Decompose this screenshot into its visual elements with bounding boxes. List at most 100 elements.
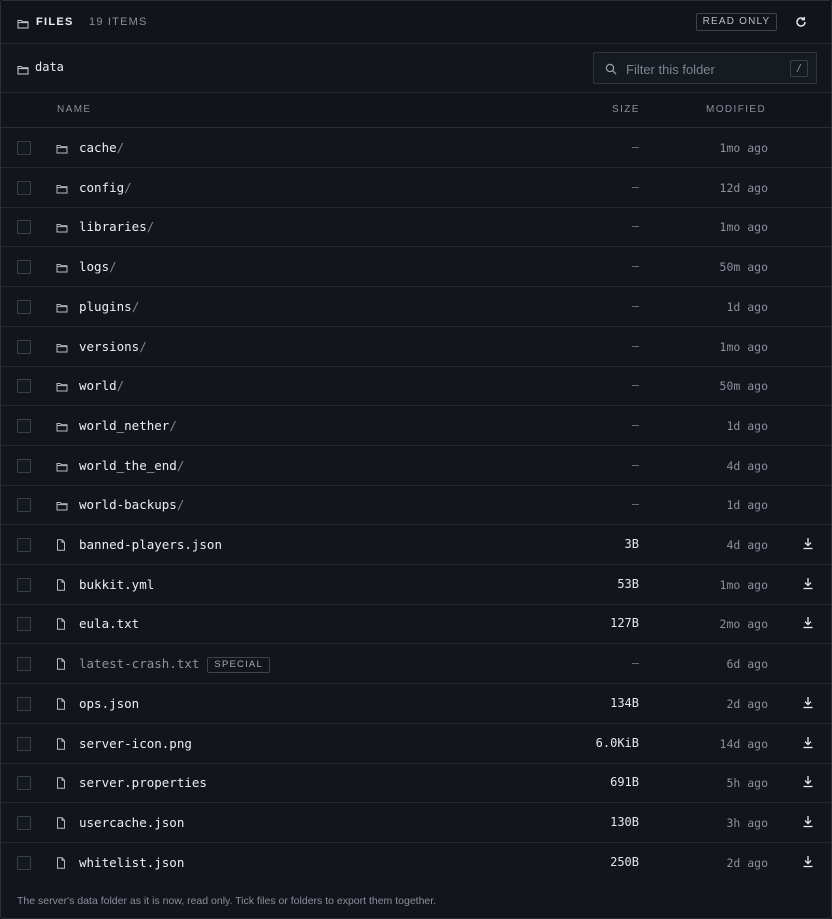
refresh-icon [796,17,806,27]
file-row[interactable]: world-backups/ — 1d ago [1,485,831,526]
file-name[interactable]: whitelist.json [79,855,184,870]
modified-time: 1d ago [726,299,768,314]
name-text: eula.txt [79,616,140,632]
row-checkbox[interactable] [17,696,31,711]
file-icon [56,776,66,794]
filter-box[interactable] [593,52,817,84]
folder-slash: / [116,378,125,394]
file-size: 691B [610,775,639,790]
name-text: libraries [79,219,147,235]
row-checkbox[interactable] [17,379,31,394]
folder-icon [56,220,68,238]
download-icon[interactable] [802,537,816,551]
file-row[interactable]: world_nether/ — 1d ago [1,406,831,446]
download-icon[interactable] [802,616,816,630]
folder-name[interactable]: cache/ [79,140,124,155]
file-icon [56,617,66,635]
file-name[interactable]: banned-players.json [79,537,222,552]
row-checkbox[interactable] [17,299,31,314]
download-icon[interactable] [802,815,816,829]
name-text: world_nether [79,417,170,433]
file-row[interactable]: cache/ — 1mo ago [1,128,831,168]
file-row[interactable]: bukkit.yml 53B 1mo ago [1,565,831,605]
row-checkbox[interactable] [17,538,31,552]
row-checkbox[interactable] [17,339,31,354]
download-icon[interactable] [802,775,816,789]
file-name[interactable]: latest-crash.txt SPECIAL [79,656,270,674]
table-header: NAME SIZE MODIFIED [1,93,831,128]
row-checkbox[interactable] [17,498,31,513]
name-text: world-backups [79,497,177,513]
file-row[interactable]: banned-players.json 3B 4d ago [1,525,831,565]
file-size: 134B [610,695,639,710]
file-row[interactable]: logs/ — 50m ago [1,247,831,288]
file-size: — [631,298,639,313]
file-row[interactable]: plugins/ — 1d ago [1,287,831,327]
name-text: config [79,179,125,195]
row-checkbox[interactable] [17,577,31,592]
special-badge: SPECIAL [207,657,270,674]
file-size: — [631,259,639,274]
folder-slash: / [146,219,155,235]
file-row[interactable]: server-icon.png 6.0KiB 14d ago [1,724,831,764]
row-checkbox[interactable] [17,418,31,433]
modified-time: 1mo ago [719,339,768,354]
column-size: SIZE [612,104,640,115]
folder-name[interactable]: world_nether/ [79,418,177,433]
row-checkbox[interactable] [17,617,31,632]
file-row[interactable]: config/ — 12d ago [1,168,831,208]
row-checkbox[interactable] [17,736,31,751]
modified-time: 4d ago [726,458,768,473]
file-row[interactable]: ops.json 134B 2d ago [1,684,831,724]
keyboard-shortcut-hint: / [790,60,808,77]
folder-name[interactable]: logs/ [79,259,117,274]
file-row[interactable]: libraries/ — 1mo ago [1,207,831,248]
file-name[interactable]: usercache.json [79,815,184,830]
file-row[interactable]: world/ — 50m ago [1,366,831,407]
refresh-button[interactable] [791,12,811,32]
file-row[interactable]: versions/ — 1mo ago [1,327,831,367]
file-icon [56,737,66,755]
file-row[interactable]: whitelist.json 250B 2d ago [1,843,831,883]
modified-time: 12d ago [719,180,768,195]
download-icon[interactable] [802,577,816,591]
column-name: NAME [57,104,92,115]
row-checkbox[interactable] [17,141,31,155]
file-name[interactable]: bukkit.yml [79,577,154,592]
file-name[interactable]: eula.txt [79,616,139,631]
folder-name[interactable]: world_the_end/ [79,458,184,473]
row-checkbox[interactable] [17,776,31,791]
row-checkbox[interactable] [17,458,31,473]
row-checkbox[interactable] [17,220,31,235]
row-checkbox[interactable] [17,815,31,830]
folder-name[interactable]: config/ [79,180,132,195]
row-checkbox[interactable] [17,855,31,870]
name-text: logs [79,259,110,275]
file-row[interactable]: server.properties 691B 5h ago [1,763,831,804]
row-checkbox[interactable] [17,180,31,195]
folder-name[interactable]: versions/ [79,339,147,354]
folder-name[interactable]: world-backups/ [79,497,184,512]
row-checkbox[interactable] [17,657,31,672]
filter-input[interactable] [626,59,776,79]
file-name[interactable]: ops.json [79,696,139,711]
download-icon[interactable] [802,855,816,869]
file-name[interactable]: server.properties [79,775,207,790]
folder-name[interactable]: libraries/ [79,219,154,234]
folder-slash: / [139,338,147,354]
folder-name[interactable]: world/ [79,378,124,393]
download-icon[interactable] [802,696,816,710]
file-row[interactable]: world_the_end/ — 4d ago [1,446,831,486]
folder-name[interactable]: plugins/ [79,299,139,314]
file-row[interactable]: latest-crash.txt SPECIAL — 6d ago [1,644,831,685]
file-size: 53B [617,576,639,591]
folder-icon [17,16,29,34]
file-row[interactable]: usercache.json 130B 3h ago [1,803,831,843]
download-icon[interactable] [802,736,816,750]
file-name[interactable]: server-icon.png [79,736,192,751]
folder-icon [56,181,68,199]
read-only-badge: READ ONLY [696,13,777,31]
row-checkbox[interactable] [17,260,31,275]
name-text: server.properties [79,775,207,791]
file-row[interactable]: eula.txt 127B 2mo ago [1,604,831,645]
